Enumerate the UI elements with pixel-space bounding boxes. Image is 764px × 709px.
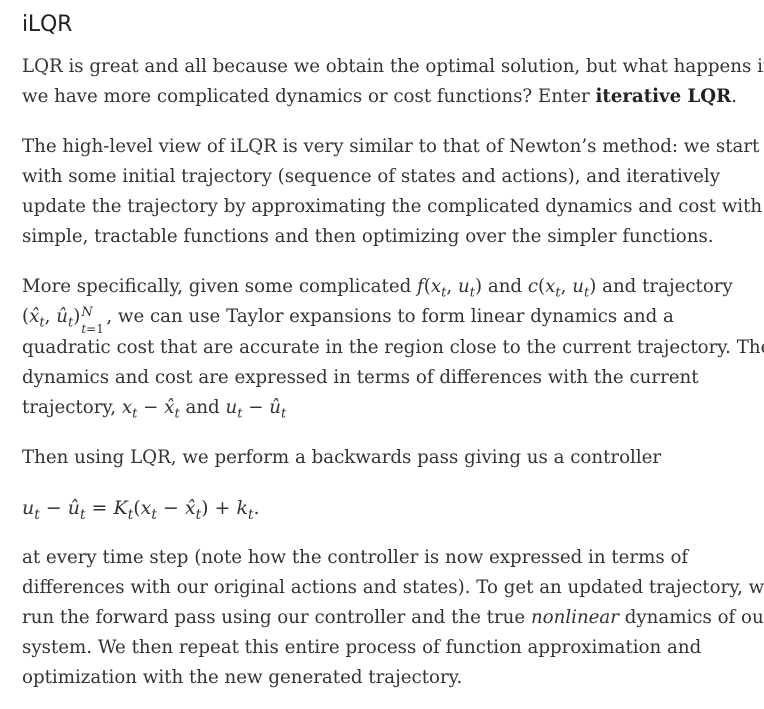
article: iLQR LQR is great and all because we obt… bbox=[0, 0, 764, 709]
p1-line-1: LQR is great and all because we obtain t… bbox=[22, 56, 764, 77]
p3-line-1: More specifically, given some complicate… bbox=[22, 275, 733, 301]
p2-line-3: update the trajectory by approximating t… bbox=[22, 196, 763, 217]
p5-line-4: system. We then repeat this entire proce… bbox=[22, 637, 702, 658]
p3-line-3: quadratic cost that are accurate in the … bbox=[22, 337, 764, 358]
p3-line-5-and: and bbox=[179, 397, 226, 418]
state-difference-math: xt − x̂t bbox=[121, 397, 180, 422]
p3-line-1-text: More specifically, given some complicate… bbox=[22, 276, 418, 297]
p3-line-1-and: and bbox=[482, 276, 528, 297]
action-difference-math: ut − ût bbox=[225, 397, 287, 422]
dynamics-function-math: f(xt, ut) bbox=[417, 276, 483, 301]
p5-line-5: optimization with the new generated traj… bbox=[22, 667, 463, 688]
p4-line-1: Then using LQR, we perform a backwards p… bbox=[22, 447, 662, 468]
p3-line-5: trajectory, xt − x̂t and ut − ût bbox=[22, 396, 287, 422]
p2-line-1: The high-level view of iLQR is very simi… bbox=[22, 136, 760, 157]
cost-function-math: c(xt, ut) bbox=[527, 276, 597, 301]
section-heading: iLQR bbox=[22, 12, 73, 37]
p5-line-3: run the forward pass using our controlle… bbox=[22, 606, 764, 630]
p3-line-2-text: , we can use Taylor expansions to form l… bbox=[106, 306, 674, 327]
p3-line-5-text: trajectory, bbox=[22, 397, 122, 418]
p5-line-1: at every time step (note how the control… bbox=[22, 547, 689, 568]
nonlinear-term: nonlinear bbox=[530, 607, 619, 628]
p5-line-3-end: dynamics of our bbox=[618, 607, 764, 628]
p1-line-2-text: we have more complicated dynamics or cos… bbox=[22, 86, 596, 107]
p3-line-4: dynamics and cost are expressed in terms… bbox=[22, 367, 699, 388]
p2-line-4: simple, tractable functions and then opt… bbox=[22, 226, 714, 247]
p5-line-2: differences with our original actions an… bbox=[22, 577, 764, 598]
trajectory-math: (x̂t, ût) Nt=1 bbox=[22, 305, 104, 336]
ilqr-term: iterative LQR bbox=[595, 86, 732, 107]
p1-line-2: we have more complicated dynamics or cos… bbox=[22, 85, 737, 109]
p2-line-2: with some initial trajectory (sequence o… bbox=[22, 166, 720, 187]
p3-line-1-end: and trajectory bbox=[596, 276, 733, 297]
p1-line-2-end: . bbox=[731, 86, 738, 107]
p5-line-3-text: run the forward pass using our controlle… bbox=[22, 607, 531, 628]
p3-line-2: (x̂t, ût) Nt=1, we can use Taylor expansi… bbox=[22, 305, 674, 336]
controller-equation: ut − ût = Kt(xt − x̂t) + kt. bbox=[22, 497, 260, 523]
